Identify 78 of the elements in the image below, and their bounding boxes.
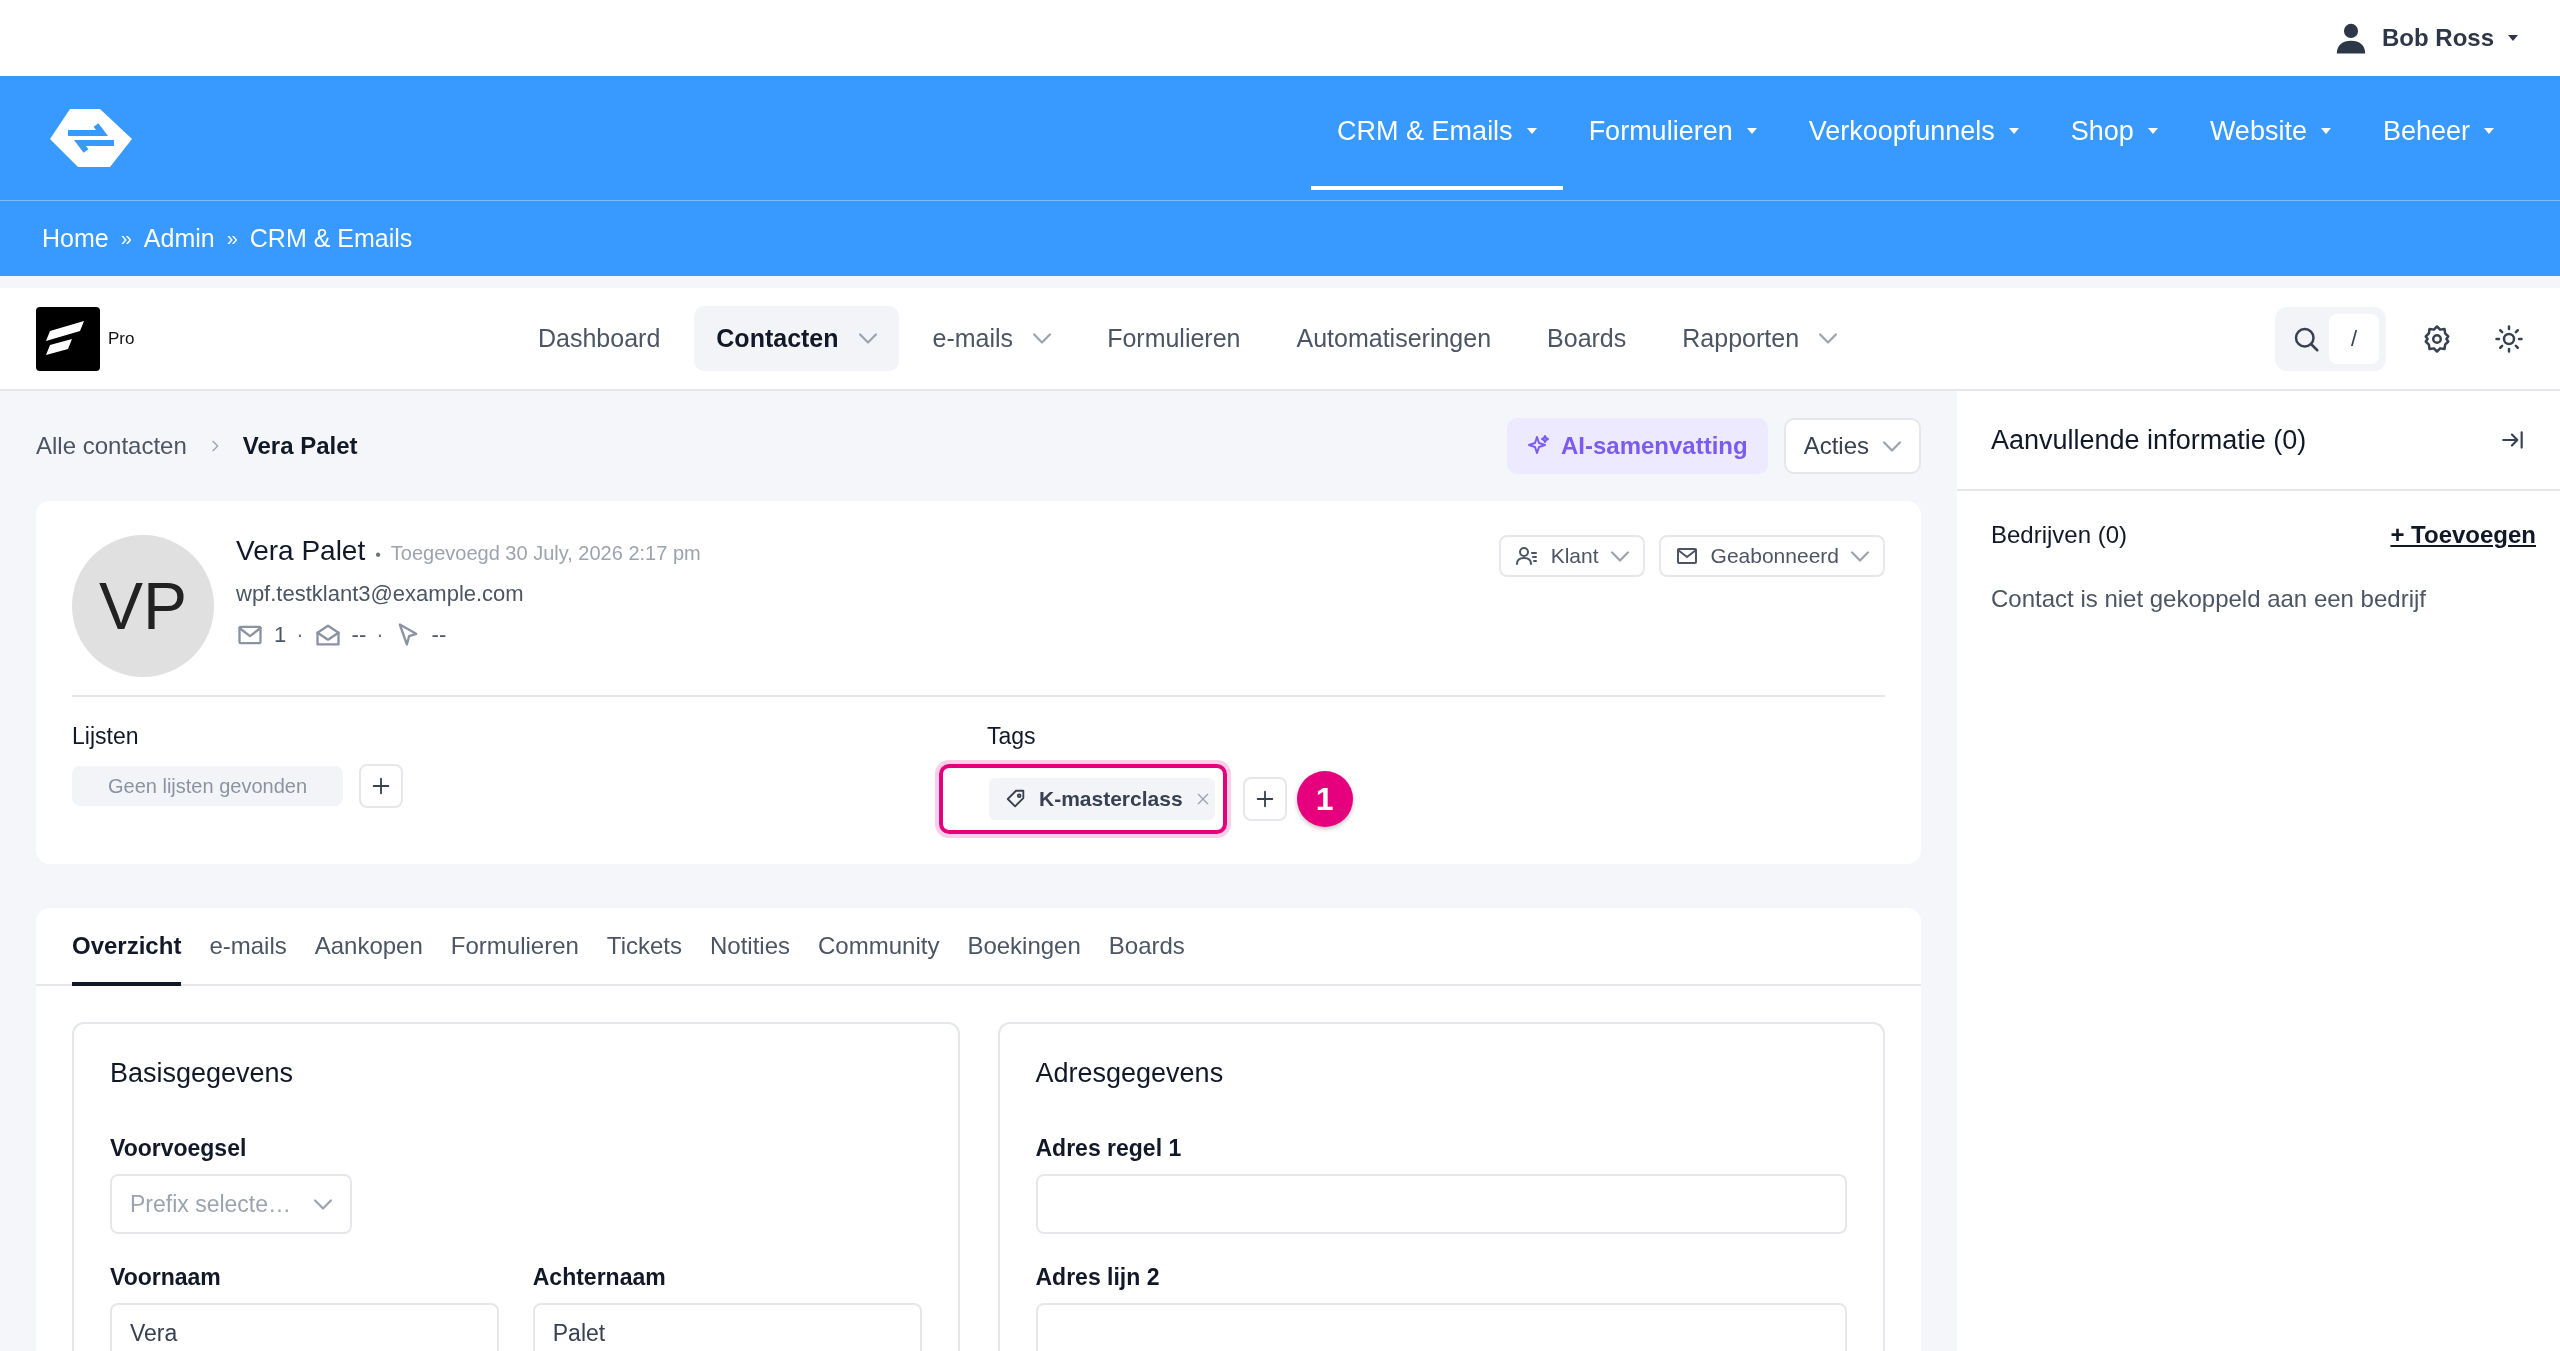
user-icon [2334,21,2368,55]
user-menu[interactable]: Bob Ross [2334,21,2518,55]
chevron-down-icon [1610,550,1629,562]
breadcrumb-link[interactable]: Alle contacten [36,432,187,460]
tag-chip[interactable]: K-masterclass [989,778,1215,820]
tab[interactable]: Overzicht [72,908,182,986]
stat-value: -- [431,622,447,648]
field-label: Achternaam [532,1264,667,1291]
actions-dropdown[interactable]: Acties [1783,418,1921,474]
app-logo-icon [36,306,100,371]
input-field[interactable]: Vera [110,1303,499,1351]
caret-down-icon [2320,128,2331,134]
field-label: Voornaam [110,1264,222,1291]
field-label: Adres regel 1 [1035,1135,1183,1162]
app-menu-item[interactable]: Contacten [694,306,899,371]
breadcrumb-separator: » [226,227,238,250]
add-company-link[interactable]: + Toevoegen [2390,521,2536,549]
sun-icon [2494,323,2524,354]
panel-title: Adresgegevens [1035,1058,1225,1089]
panel-title: Basisgegevens [110,1058,295,1089]
tab[interactable]: Tickets [606,908,682,986]
app-menu-item[interactable]: Dashboard [516,306,683,371]
chevron-down-icon [314,1198,332,1210]
add-tag-button[interactable] [1242,777,1287,821]
field-label: Adres lijn 2 [1035,1264,1161,1291]
section-title: Bedrijven (0) [1991,521,2128,549]
input-field[interactable]: Palet [532,1303,922,1351]
separator-dot: • [375,546,381,564]
separator-dot: · [376,622,384,648]
caret-down-icon [1526,128,1537,134]
avatar: VP [72,535,214,677]
ai-summary-button[interactable]: AI-samenvatting [1506,418,1768,474]
app-menu-item[interactable]: Rapporten [1660,306,1860,371]
step-number-badge: 1 [1296,771,1353,827]
caret-down-icon [2147,128,2158,134]
tab[interactable]: Boekingen [967,908,1081,986]
app-menu-item[interactable]: e-mails [910,306,1074,371]
tab[interactable]: Notities [710,908,790,986]
chevron-down-icon [1851,550,1869,562]
caret-down-icon [1746,128,1757,134]
input-field[interactable] [1035,1174,1847,1234]
app-menu-item[interactable]: Boards [1525,306,1649,371]
separator-dot: · [296,622,304,648]
tab[interactable]: e-mails [209,908,287,986]
added-date: Toegevoegd 30 July, 2026 2:17 pm [390,542,701,565]
caret-down-icon [2008,128,2019,134]
tab[interactable]: Formulieren [450,908,579,986]
breadcrumb-current: Vera Palet [242,432,358,460]
field-label: Voorvoegsel [110,1135,248,1162]
app-menu-item[interactable]: Formulieren [1085,306,1263,371]
chevron-down-icon [1883,440,1901,452]
add-list-button[interactable] [359,764,404,808]
tab[interactable]: Aankopen [314,908,423,986]
settings-icon [2422,323,2452,354]
plan-label: Pro [108,328,135,349]
caret-down-icon [2508,35,2518,41]
user-list-icon [1514,544,1539,568]
caret-down-icon [2484,128,2494,134]
input-field[interactable] [1035,1303,1847,1351]
tag-icon [1005,788,1027,810]
panel-title: Aanvullende informatie (0) [1991,424,2307,456]
stat-value: -- [351,622,367,648]
section-title: Tags [987,723,1037,750]
subscription-dropdown[interactable]: Geabonneerd [1658,535,1885,577]
app-menu-item[interactable]: Automatiseringen [1274,306,1514,371]
logo-icon [48,107,134,169]
contact-type-dropdown[interactable]: Klant [1498,535,1645,577]
contact-name: Vera Palet [236,535,366,567]
empty-state-chip: Geen lijsten gevonden [72,766,344,806]
search-button[interactable]: / [2275,306,2386,371]
section-title: Lijsten [72,723,140,750]
tab[interactable]: Boards [1108,908,1185,986]
empty-state-text: Contact is niet gekoppeld aan een bedrijf [1991,585,2427,613]
tab[interactable]: Community [818,908,940,986]
breadcrumb-separator: » [120,227,132,250]
shortcut-key: / [2329,313,2379,364]
contact-email: wpf.testklant3@example.com [236,581,525,607]
stat-value: 1 [274,622,287,648]
